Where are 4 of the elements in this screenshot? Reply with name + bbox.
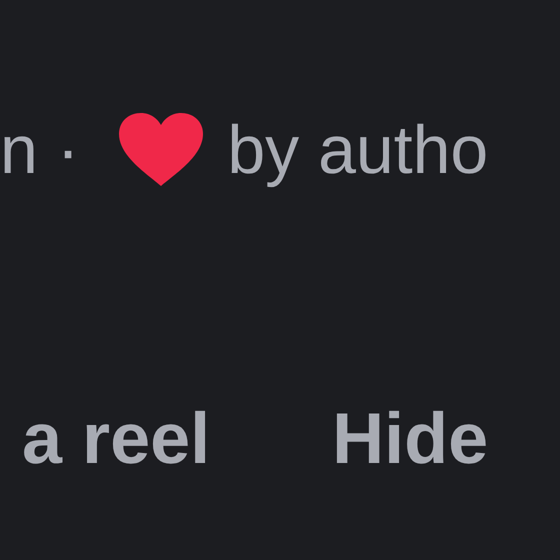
- action-link[interactable]: a reel: [22, 398, 210, 480]
- meta-text: n ·: [0, 111, 80, 189]
- author-credit: by autho: [227, 111, 488, 189]
- action-link[interactable]: Hide: [332, 398, 488, 480]
